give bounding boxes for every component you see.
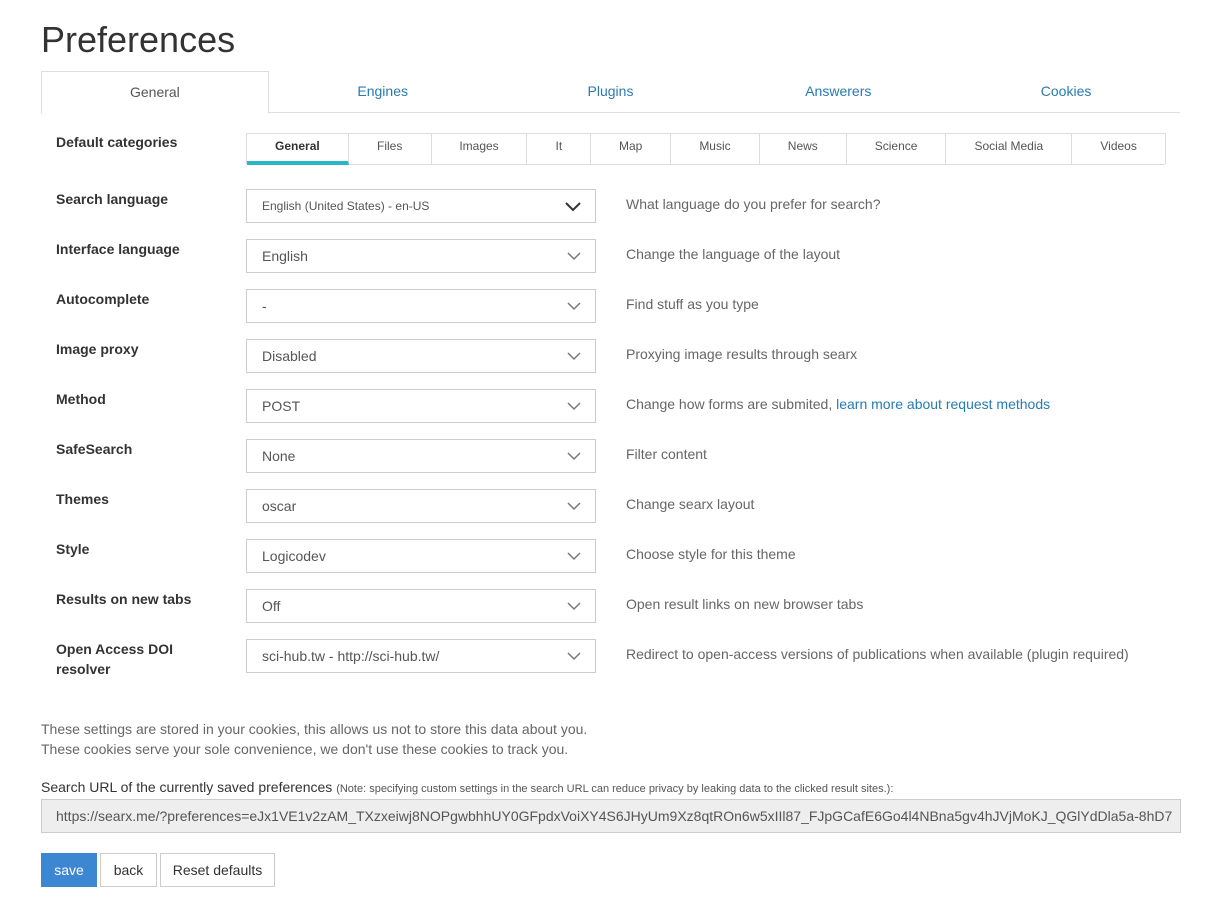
category-it[interactable]: It <box>527 134 592 165</box>
chevron-down-icon <box>567 552 581 561</box>
search-language-label: Search language <box>56 191 169 207</box>
themes-label: Themes <box>56 491 109 507</box>
doi-resolver-label: Open Access DOI resolver <box>56 641 173 677</box>
reset-defaults-button[interactable]: Reset defaults <box>160 853 275 887</box>
category-map[interactable]: Map <box>591 134 672 165</box>
search-language-help: What language do you prefer for search? <box>626 196 881 212</box>
autocomplete-label: Autocomplete <box>56 291 150 307</box>
style-select[interactable]: Logicodev <box>246 539 596 573</box>
cookie-notice-line1: These settings are stored in your cookie… <box>41 721 588 737</box>
method-select[interactable]: POST <box>246 389 596 423</box>
results-new-tabs-value: Off <box>262 598 281 614</box>
category-videos[interactable]: Videos <box>1072 134 1165 165</box>
category-tabs: General Files Images It Map Music News S… <box>246 133 1166 165</box>
results-new-tabs-help: Open result links on new browser tabs <box>626 596 864 612</box>
image-proxy-value: Disabled <box>262 348 317 364</box>
style-label: Style <box>56 541 90 557</box>
doi-resolver-value: sci-hub.tw - http://sci-hub.tw/ <box>262 648 440 664</box>
method-help: Change how forms are submited, learn mor… <box>626 394 1050 414</box>
safesearch-value: None <box>262 448 296 464</box>
image-proxy-label: Image proxy <box>56 341 139 357</box>
method-label: Method <box>56 391 106 407</box>
search-url-note: (Note: specifying custom settings in the… <box>336 783 894 795</box>
tab-answerers[interactable]: Answerers <box>724 71 952 113</box>
page-title: Preferences <box>41 19 236 60</box>
safesearch-label: SafeSearch <box>56 441 133 457</box>
autocomplete-value: - <box>262 298 267 314</box>
category-general[interactable]: General <box>247 134 349 165</box>
search-language-select[interactable]: English (United States) - en-US <box>246 189 596 223</box>
safesearch-select[interactable]: None <box>246 439 596 473</box>
tab-plugins[interactable]: Plugins <box>497 71 725 113</box>
search-url-field[interactable]: https://searx.me/?preferences=eJx1VE1v2z… <box>41 799 1181 833</box>
chevron-down-icon <box>567 352 581 361</box>
cookie-notice-line2: These cookies serve your sole convenienc… <box>41 741 569 757</box>
tab-general[interactable]: General <box>41 71 269 114</box>
interface-language-select[interactable]: English <box>246 239 596 273</box>
category-images[interactable]: Images <box>431 134 528 165</box>
category-social-media[interactable]: Social Media <box>946 134 1073 165</box>
safesearch-help: Filter content <box>626 446 707 462</box>
category-news[interactable]: News <box>759 134 847 165</box>
image-proxy-select[interactable]: Disabled <box>246 339 596 373</box>
category-music[interactable]: Music <box>671 134 760 165</box>
interface-language-value: English <box>262 248 308 264</box>
style-help: Choose style for this theme <box>626 546 796 562</box>
themes-select[interactable]: oscar <box>246 489 596 523</box>
search-url-caption: Search URL of the currently saved prefer… <box>41 779 893 795</box>
chevron-down-icon <box>567 252 581 261</box>
interface-language-help: Change the language of the layout <box>626 246 841 262</box>
tab-cookies[interactable]: Cookies <box>952 71 1180 113</box>
search-language-value: English (United States) - en-US <box>262 199 430 213</box>
back-button[interactable]: back <box>100 853 157 887</box>
category-science[interactable]: Science <box>846 134 947 165</box>
chevron-down-icon <box>567 302 581 311</box>
results-new-tabs-select[interactable]: Off <box>246 589 596 623</box>
method-help-text: Change how forms are submited, <box>626 396 833 412</box>
chevron-down-icon <box>567 502 581 511</box>
category-files[interactable]: Files <box>348 134 432 165</box>
style-value: Logicodev <box>262 548 326 564</box>
autocomplete-select[interactable]: - <box>246 289 596 323</box>
request-methods-link[interactable]: learn more about request methods <box>836 396 1050 412</box>
main-tabs: General Engines Plugins Answerers Cookie… <box>41 71 1180 114</box>
autocomplete-help: Find stuff as you type <box>626 296 759 312</box>
chevron-down-icon <box>567 652 581 661</box>
save-button[interactable]: save <box>41 853 97 887</box>
chevron-down-icon <box>567 452 581 461</box>
method-value: POST <box>262 398 301 414</box>
results-new-tabs-label: Results on new tabs <box>56 591 192 607</box>
search-url-caption-text: Search URL of the currently saved prefer… <box>41 779 333 795</box>
image-proxy-help: Proxying image results through searx <box>626 346 858 362</box>
chevron-down-icon <box>565 202 581 212</box>
themes-value: oscar <box>262 498 297 514</box>
themes-help: Change searx layout <box>626 496 755 512</box>
default-categories-label: Default categories <box>56 134 178 150</box>
tab-engines[interactable]: Engines <box>269 71 497 113</box>
interface-language-label: Interface language <box>56 241 180 257</box>
doi-resolver-help: Redirect to open-access versions of publ… <box>626 646 1129 662</box>
doi-resolver-select[interactable]: sci-hub.tw - http://sci-hub.tw/ <box>246 639 596 673</box>
chevron-down-icon <box>567 602 581 611</box>
chevron-down-icon <box>567 402 581 411</box>
